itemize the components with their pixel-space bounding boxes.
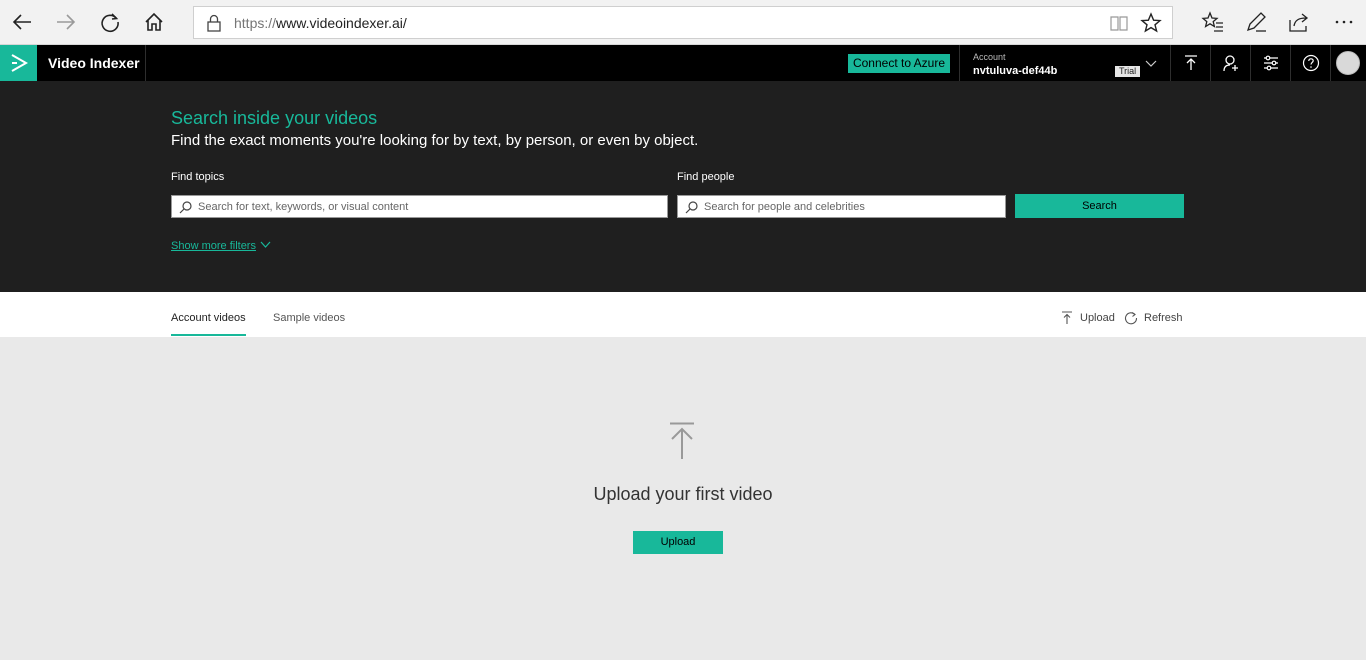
avatar[interactable] [1336, 51, 1360, 75]
favorite-star-icon[interactable] [1140, 12, 1162, 34]
app-header: Video Indexer Connect to Azure Account n… [0, 45, 1366, 81]
video-tabs-bar: Account videos Sample videos Upload Refr… [0, 292, 1366, 337]
favorites-hub-icon[interactable] [1201, 10, 1225, 34]
header-divider [959, 45, 960, 81]
header-divider [145, 45, 146, 81]
topics-search-field[interactable] [171, 195, 668, 218]
account-name[interactable]: nvtuluva-def44b [973, 65, 1057, 77]
upload-icon [670, 422, 694, 459]
show-more-filters-label: Show more filters [171, 240, 256, 252]
url-text: https://www.videoindexer.ai/ [234, 15, 407, 31]
back-arrow-icon[interactable] [0, 0, 44, 44]
hero-subtitle: Find the exact moments you're looking fo… [171, 132, 699, 149]
add-user-icon[interactable] [1210, 45, 1250, 81]
search-icon [179, 201, 192, 214]
tab-sample-videos[interactable]: Sample videos [273, 312, 345, 334]
pen-notes-icon[interactable] [1244, 10, 1268, 34]
upload-first-video-button[interactable]: Upload [633, 531, 723, 554]
search-hero: Search inside your videos Find the exact… [0, 81, 1366, 292]
share-icon[interactable] [1287, 10, 1311, 34]
topics-search-input[interactable] [198, 196, 663, 217]
upload-action[interactable]: Upload [1060, 311, 1115, 325]
forward-arrow-icon[interactable] [44, 0, 88, 44]
reading-view-icon[interactable] [1109, 13, 1129, 33]
lock-icon [207, 14, 221, 32]
connect-to-azure-button[interactable]: Connect to Azure [848, 54, 950, 73]
video-indexer-logo-icon[interactable] [0, 45, 37, 81]
refresh-action[interactable]: Refresh [1124, 311, 1183, 325]
upload-action-label: Upload [1080, 312, 1115, 324]
search-icon [685, 201, 698, 214]
hero-title: Search inside your videos [171, 108, 378, 128]
people-search-input[interactable] [704, 196, 1001, 217]
search-button[interactable]: Search [1015, 194, 1184, 218]
address-bar[interactable]: https://www.videoindexer.ai/ [193, 6, 1173, 39]
tab-account-videos[interactable]: Account videos [171, 312, 246, 336]
home-icon[interactable] [132, 0, 176, 44]
find-people-label: Find people [677, 171, 735, 183]
refresh-icon [1124, 312, 1138, 325]
app-title[interactable]: Video Indexer [48, 55, 140, 71]
refresh-action-label: Refresh [1144, 312, 1183, 324]
chevron-down-icon[interactable] [1145, 58, 1157, 68]
find-topics-label: Find topics [171, 171, 225, 183]
show-more-filters-link[interactable]: Show more filters [171, 240, 271, 252]
header-divider [1330, 45, 1331, 81]
account-label: Account [973, 52, 1006, 62]
refresh-icon[interactable] [88, 0, 132, 44]
settings-sliders-icon[interactable] [1250, 45, 1290, 81]
upload-icon[interactable] [1170, 45, 1210, 81]
upload-icon [1062, 311, 1072, 324]
chevron-down-icon [260, 241, 271, 248]
browser-toolbar: https://www.videoindexer.ai/ [0, 0, 1366, 45]
help-icon[interactable] [1290, 45, 1330, 81]
more-options-icon[interactable] [1332, 10, 1356, 34]
empty-state-message: Upload your first video [593, 484, 773, 504]
people-search-field[interactable] [677, 195, 1006, 218]
trial-badge: Trial [1115, 66, 1141, 77]
